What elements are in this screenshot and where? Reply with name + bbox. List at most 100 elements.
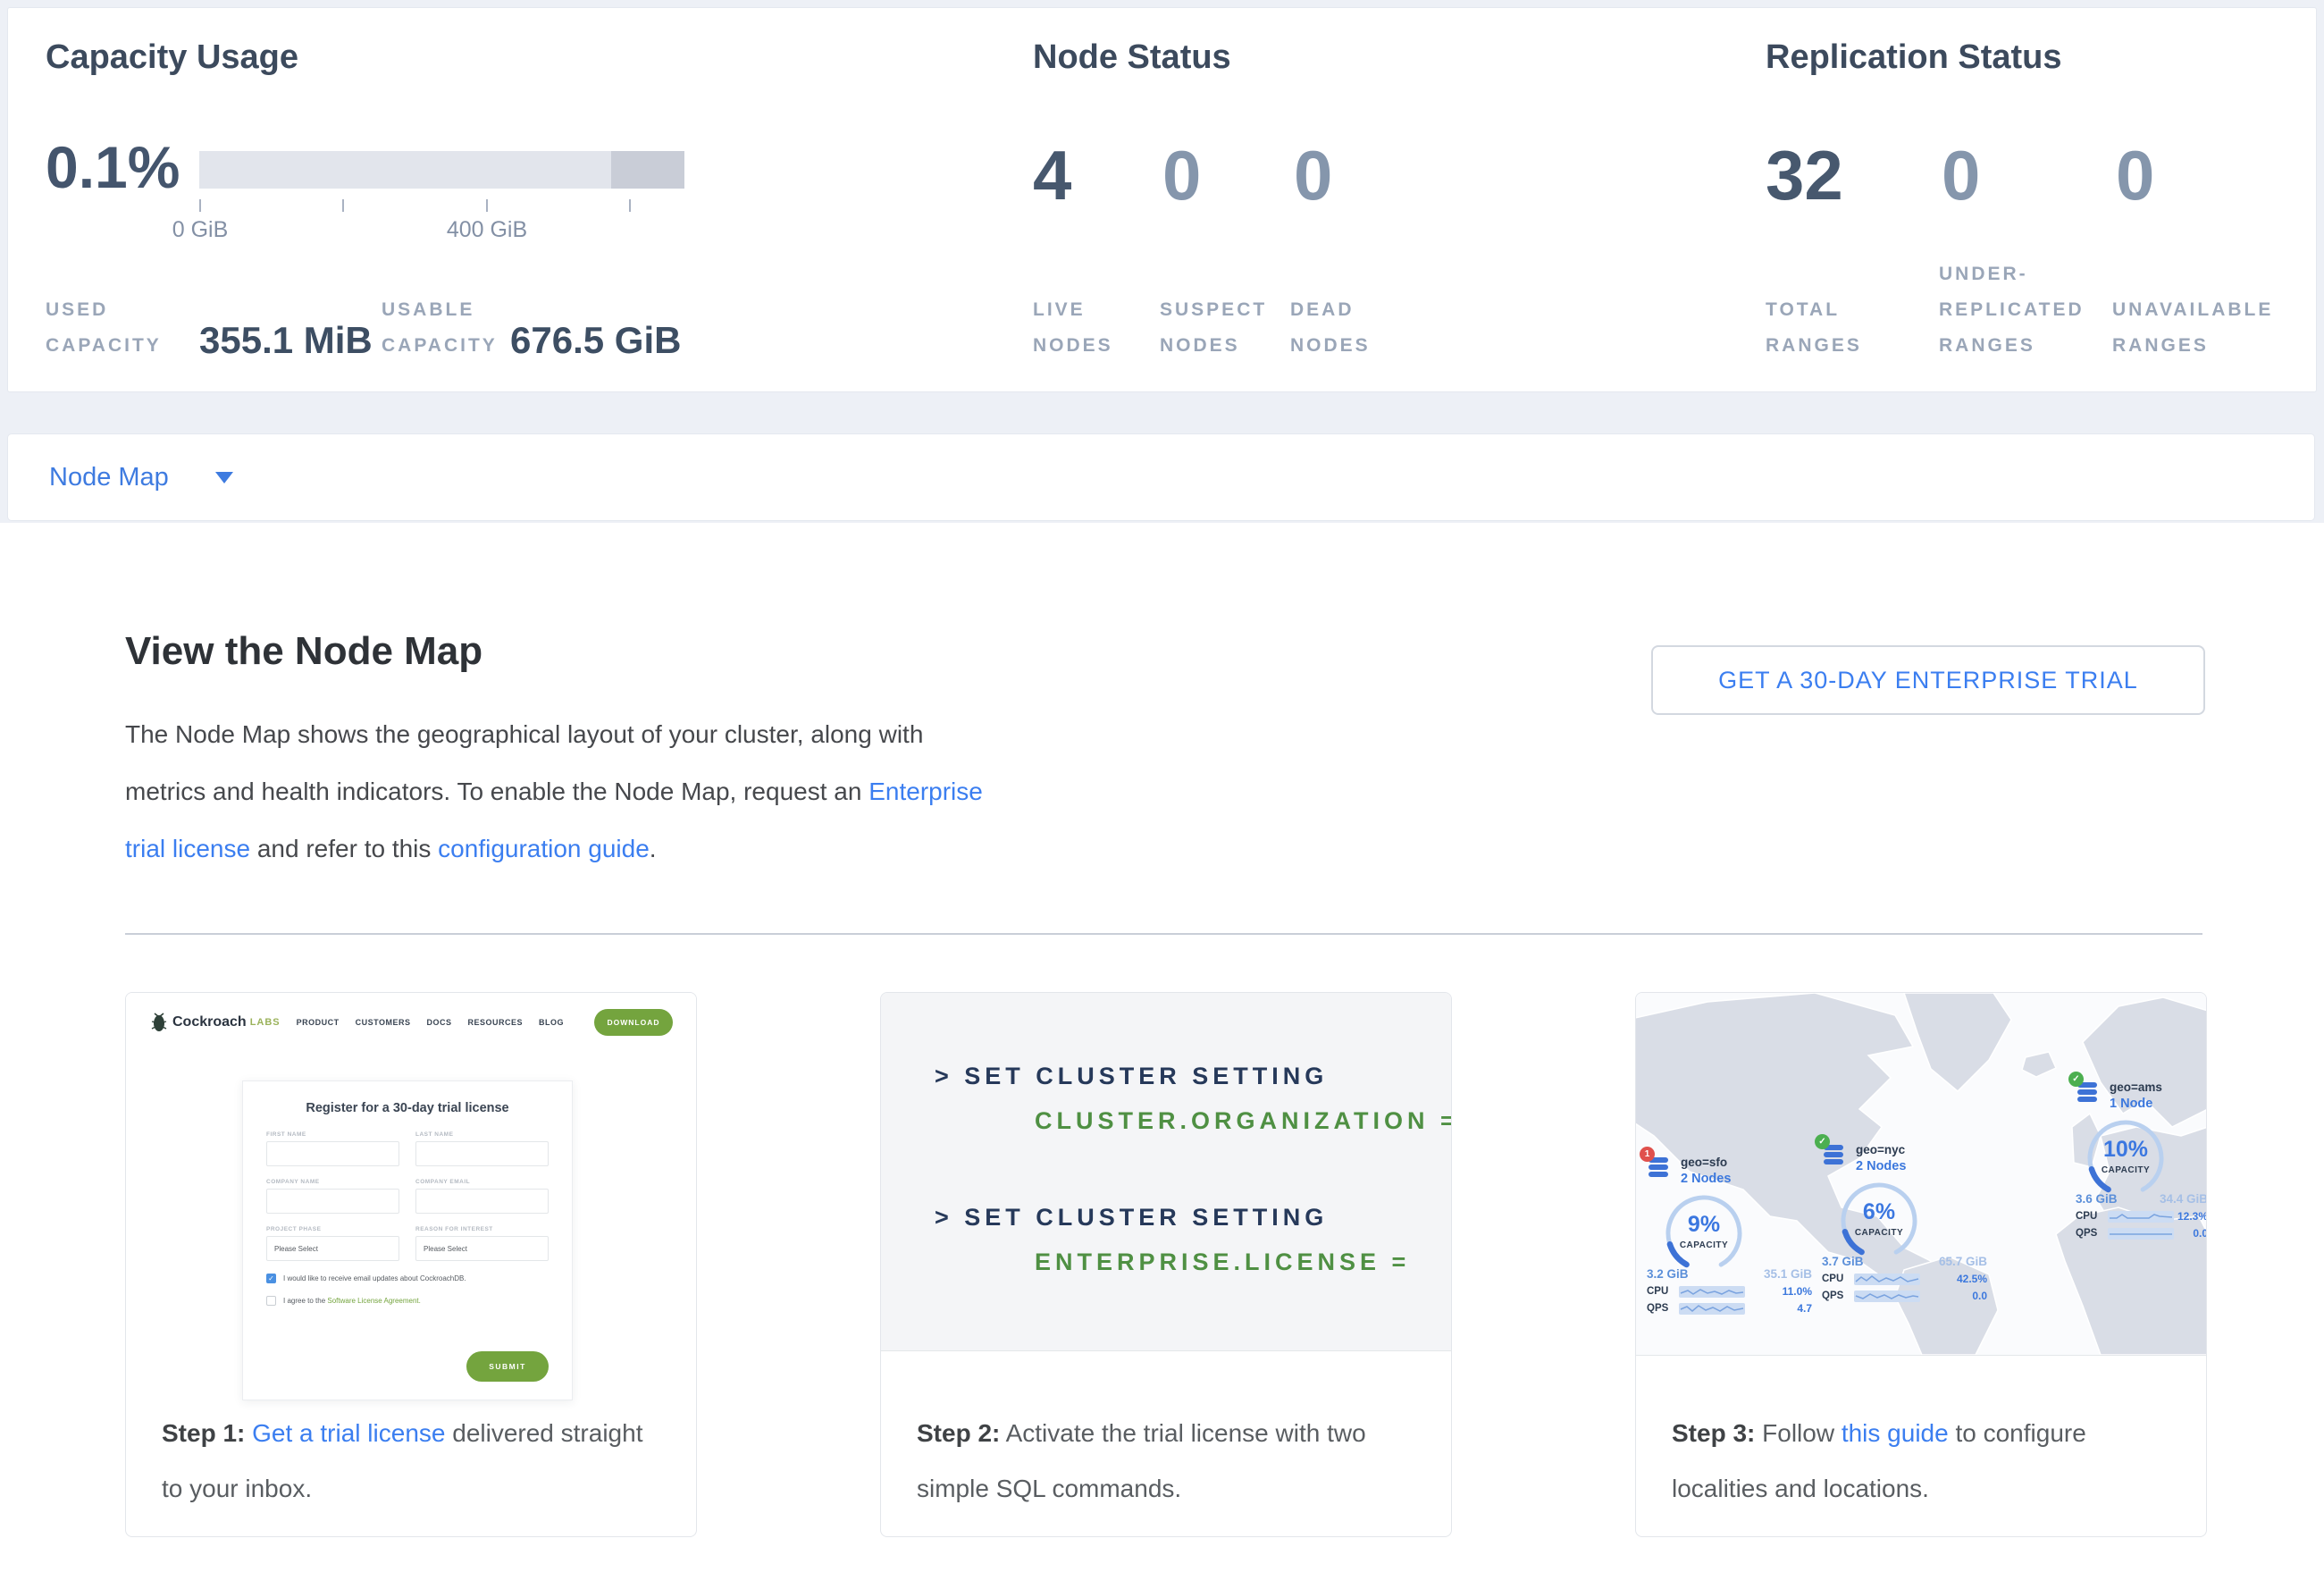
capacity-caption: CAPACITY bbox=[1659, 1240, 1749, 1250]
unchecked-checkbox-icon bbox=[266, 1296, 276, 1306]
cpu-sparkline bbox=[1854, 1274, 1920, 1285]
under-replicated-value: 0 bbox=[1942, 140, 1980, 210]
mini-download-button: DOWNLOAD bbox=[594, 1009, 673, 1036]
step-2-card: > SET CLUSTER SETTING CLUSTER.ORGANIZATI… bbox=[880, 992, 1452, 1537]
warning-badge: 1 bbox=[1640, 1147, 1655, 1162]
sql-command: > SET CLUSTER SETTING bbox=[935, 1063, 1328, 1090]
mini-site-header: Cockroach LABS PRODUCT CUSTOMERS DOCS RE… bbox=[151, 1007, 673, 1038]
mini-site-brand-suffix: LABS bbox=[250, 1017, 281, 1028]
mini-site-nav: PRODUCT CUSTOMERS DOCS RESOURCES BLOG DO… bbox=[297, 1009, 673, 1036]
replication-status-title: Replication Status bbox=[1766, 38, 2062, 77]
cpu-value: 12.3% bbox=[2177, 1210, 2207, 1223]
node-status-title: Node Status bbox=[1033, 38, 1231, 77]
used-capacity-label: USED CAPACITY bbox=[46, 292, 171, 364]
axis-tick bbox=[199, 199, 201, 212]
qps-row: QPS 0.0 bbox=[1822, 1290, 1987, 1302]
capacity-percent: 6% bbox=[1834, 1199, 1924, 1225]
axis-label-400: 400 GiB bbox=[433, 217, 541, 243]
chevron-down-icon bbox=[215, 472, 233, 483]
dead-nodes-value: 0 bbox=[1294, 140, 1332, 210]
dead-nodes-label: DEAD NODES bbox=[1290, 292, 1397, 364]
capacity-usage-title: Capacity Usage bbox=[46, 38, 298, 77]
company-email-input bbox=[415, 1189, 549, 1214]
locality-label: geo=nyc bbox=[1856, 1143, 1906, 1158]
view-selector-dropdown[interactable]: Node Map bbox=[7, 433, 2315, 521]
qps-sparkline bbox=[1679, 1303, 1745, 1315]
trial-registration-screenshot: Cockroach LABS PRODUCT CUSTOMERS DOCS RE… bbox=[126, 993, 696, 1400]
healthy-badge: ✓ bbox=[1815, 1134, 1830, 1149]
mini-submit-button: SUBMIT bbox=[466, 1351, 549, 1382]
mini-nav-docs: DOCS bbox=[426, 1018, 451, 1027]
qps-sparkline bbox=[1854, 1291, 1920, 1302]
trial-registration-form: Register for a 30-day trial license FIRS… bbox=[242, 1080, 573, 1400]
suspect-nodes-value: 0 bbox=[1162, 140, 1201, 210]
total-ranges-label: TOTAL RANGES bbox=[1766, 292, 1900, 364]
capacity-gauge: 10% CAPACITY bbox=[2081, 1114, 2170, 1190]
usable-capacity-label: USABLE CAPACITY bbox=[382, 292, 524, 364]
node-count: 2 Nodes bbox=[1856, 1158, 1906, 1174]
database-stack-icon: 1 bbox=[1647, 1156, 1672, 1181]
unavailable-value: 0 bbox=[2116, 140, 2154, 210]
get-trial-license-link[interactable]: Get a trial license bbox=[252, 1419, 445, 1447]
sql-argument: ENTERPRISE.LICENSE = bbox=[1035, 1248, 1410, 1276]
project-phase-select: Please Select bbox=[266, 1236, 399, 1261]
field-label: COMPANY NAME bbox=[266, 1179, 399, 1185]
step-number: Step 2: bbox=[917, 1419, 1000, 1447]
last-name-input bbox=[415, 1141, 549, 1166]
locality-label: geo=sfo bbox=[1681, 1156, 1731, 1171]
enterprise-trial-button[interactable]: GET A 30-DAY ENTERPRISE TRIAL bbox=[1651, 645, 2205, 715]
section-divider bbox=[125, 933, 2202, 935]
axis-tick bbox=[342, 199, 344, 212]
map-node-ams: ✓ geo=ams 1 Node 10% CAPACITY bbox=[2076, 1080, 2207, 1240]
step-1-card: Cockroach LABS PRODUCT CUSTOMERS DOCS RE… bbox=[125, 992, 697, 1537]
field-label: FIRST NAME bbox=[266, 1131, 399, 1138]
sql-commands-illustration: > SET CLUSTER SETTING CLUSTER.ORGANIZATI… bbox=[881, 993, 1451, 1351]
capacity-bar bbox=[199, 151, 684, 189]
field-label: COMPANY EMAIL bbox=[415, 1179, 549, 1185]
step-number: Step 3: bbox=[1672, 1419, 1755, 1447]
capacity-bar-nonusable-segment bbox=[611, 151, 684, 189]
axis-tick bbox=[486, 199, 488, 212]
this-guide-link[interactable]: this guide bbox=[1842, 1419, 1949, 1447]
capacity-gauge: 6% CAPACITY bbox=[1834, 1176, 1924, 1253]
updates-checkbox-label: I would like to receive email updates ab… bbox=[283, 1274, 466, 1282]
field-label: LAST NAME bbox=[415, 1131, 549, 1138]
mini-nav-product: PRODUCT bbox=[297, 1018, 340, 1027]
cpu-row: CPU 42.5% bbox=[1822, 1273, 1987, 1285]
first-name-input bbox=[266, 1141, 399, 1166]
step-1-caption: Step 1: Get a trial license delivered st… bbox=[162, 1406, 660, 1517]
unavailable-label: UNAVAILABLE RANGES bbox=[2112, 292, 2291, 364]
license-agreement-link: Software License Agreement. bbox=[327, 1297, 421, 1305]
capacity-gauge: 9% CAPACITY bbox=[1659, 1189, 1749, 1265]
qps-sparkline bbox=[2108, 1228, 2174, 1240]
page-title: View the Node Map bbox=[125, 629, 482, 674]
live-nodes-label: LIVE NODES bbox=[1033, 292, 1140, 364]
qps-value: 0.0 bbox=[1972, 1290, 1987, 1302]
cpu-row: CPU 11.0% bbox=[1647, 1285, 1812, 1298]
cockroach-logo-icon bbox=[151, 1011, 167, 1034]
mini-nav-blog: BLOG bbox=[539, 1018, 564, 1027]
intro-paragraph: The Node Map shows the geographical layo… bbox=[125, 706, 996, 878]
field-label: PROJECT PHASE bbox=[266, 1226, 399, 1232]
configuration-guide-link[interactable]: configuration guide bbox=[438, 835, 650, 862]
total-gib: 65.7 GiB bbox=[1939, 1255, 1987, 1268]
node-count: 1 Node bbox=[2110, 1096, 2162, 1112]
cpu-value: 11.0% bbox=[1783, 1285, 1812, 1298]
mini-form-title: Register for a 30-day trial license bbox=[266, 1101, 549, 1115]
step-3-caption: Step 3: Follow this guide to configure l… bbox=[1672, 1406, 2170, 1517]
used-capacity-value: 355.1 MiB bbox=[199, 319, 373, 362]
map-node-sfo: 1 geo=sfo 2 Nodes 9% CAPACITY bbox=[1647, 1156, 1812, 1315]
field-label: REASON FOR INTEREST bbox=[415, 1226, 549, 1232]
node-count: 2 Nodes bbox=[1681, 1171, 1731, 1187]
company-name-input bbox=[266, 1189, 399, 1214]
total-ranges-value: 32 bbox=[1766, 140, 1843, 210]
step-3-card: 1 geo=sfo 2 Nodes 9% CAPACITY bbox=[1635, 992, 2207, 1537]
mini-form-fields: FIRST NAME LAST NAME COMPANY NAME COMPAN… bbox=[266, 1131, 549, 1261]
healthy-badge: ✓ bbox=[2068, 1072, 2084, 1087]
under-replicated-label: UNDER- REPLICATED RANGES bbox=[1939, 256, 2109, 364]
capacity-caption: CAPACITY bbox=[1834, 1228, 1924, 1238]
mini-nav-resources: RESOURCES bbox=[467, 1018, 523, 1027]
mini-nav-customers: CUSTOMERS bbox=[356, 1018, 411, 1027]
intro-text: and refer to this bbox=[250, 835, 438, 862]
mini-site-brand: Cockroach bbox=[172, 1014, 247, 1030]
